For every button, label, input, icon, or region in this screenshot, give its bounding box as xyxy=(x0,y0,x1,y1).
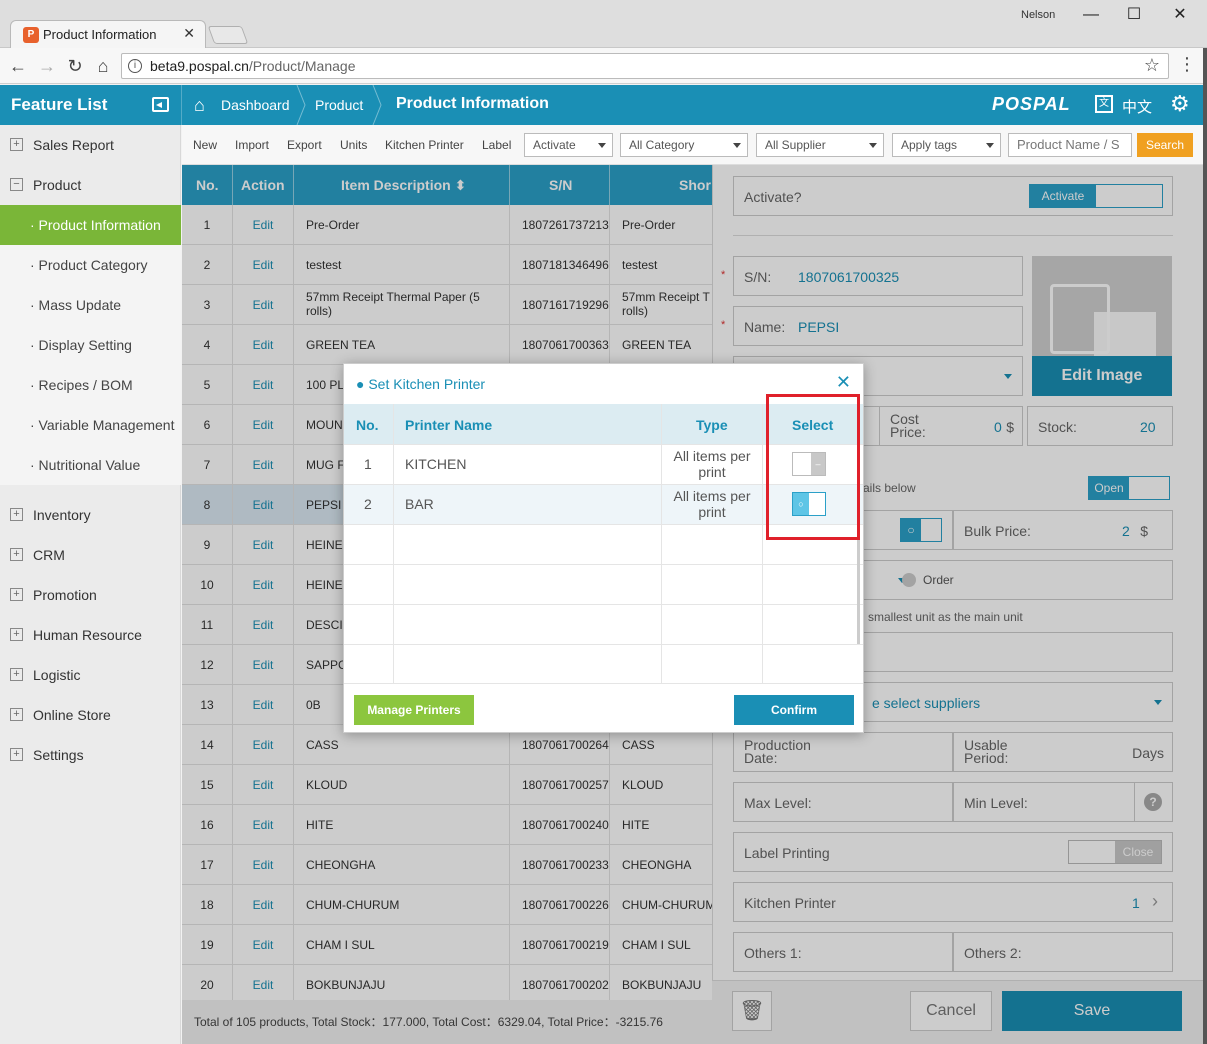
expand-icon: + xyxy=(10,628,23,641)
url-text: beta9.pospal.cn/Product/Manage xyxy=(150,58,356,74)
window-edge xyxy=(1203,48,1207,1044)
expand-icon: + xyxy=(10,548,23,561)
empty-row xyxy=(344,604,863,644)
minimize-icon[interactable]: — xyxy=(1076,4,1106,26)
breadcrumb-separator xyxy=(372,85,382,125)
collapse-sidebar-icon[interactable] xyxy=(152,97,169,112)
site-info-icon[interactable]: i xyxy=(128,59,142,73)
language-switch[interactable]: 中文 xyxy=(1122,96,1152,117)
category-filter-select[interactable]: All Category xyxy=(620,133,748,157)
empty-row xyxy=(344,564,863,604)
browser-titlebar: P Product Information ✕ Nelson — ☐ ✕ xyxy=(0,0,1207,48)
col-printer-name: Printer Name xyxy=(405,417,493,433)
sidebar-item-online-store[interactable]: + Online Store xyxy=(0,695,181,735)
home-icon[interactable]: ⌂ xyxy=(91,54,115,78)
sidebar-sub-recipes-bom[interactable]: · Recipes / BOM xyxy=(0,365,181,405)
maximize-icon[interactable]: ☐ xyxy=(1119,4,1149,26)
language-icon[interactable]: 文 xyxy=(1095,95,1113,113)
breadcrumb-current: Product Information xyxy=(396,95,549,112)
chevron-down-icon xyxy=(598,143,606,148)
tab-title: Product Information xyxy=(43,27,157,42)
reload-icon[interactable]: ↻ xyxy=(63,54,87,78)
search-button[interactable]: Search xyxy=(1137,133,1193,157)
breadcrumb-dashboard[interactable]: Dashboard xyxy=(221,97,290,113)
sidebar-item-product[interactable]: − Product xyxy=(0,165,181,205)
import-link[interactable]: Import xyxy=(235,138,269,152)
sidebar-sub-variable-management[interactable]: · Variable Management xyxy=(0,405,181,445)
activate-filter-select[interactable]: Activate xyxy=(524,133,613,157)
tags-filter-select[interactable]: Apply tags xyxy=(892,133,1001,157)
empty-row xyxy=(344,644,863,684)
confirm-button[interactable]: Confirm xyxy=(734,695,854,725)
expand-icon: + xyxy=(10,748,23,761)
sidebar-item-settings[interactable]: + Settings xyxy=(0,735,181,775)
sidebar-item-inventory[interactable]: + Inventory xyxy=(0,495,181,535)
collapse-icon: − xyxy=(10,178,23,191)
kitchen-printer-link[interactable]: Kitchen Printer xyxy=(385,138,464,152)
sidebar-item-sales-report[interactable]: + Sales Report xyxy=(0,125,181,165)
sidebar-sub-nutritional-value[interactable]: · Nutritional Value xyxy=(0,445,181,485)
bookmark-star-icon[interactable]: ☆ xyxy=(1144,55,1160,76)
search-input[interactable]: Product Name / S xyxy=(1008,133,1132,157)
label-link[interactable]: Label xyxy=(482,138,511,152)
expand-icon: + xyxy=(10,588,23,601)
sidebar-item-crm[interactable]: + CRM xyxy=(0,535,181,575)
sidebar-item-promotion[interactable]: + Promotion xyxy=(0,575,181,615)
sidebar: + Sales Report − Product · Product Informa… xyxy=(0,125,181,1044)
address-bar-row: ← → ↻ ⌂ i beta9.pospal.cn/Product/Manage… xyxy=(0,48,1207,84)
dashboard-home-icon[interactable]: ⌂ xyxy=(194,95,205,116)
dialog-title: ● Set Kitchen Printer xyxy=(356,376,486,392)
column-divider xyxy=(393,404,394,684)
sidebar-item-logistic[interactable]: + Logistic xyxy=(0,655,181,695)
manage-printers-button[interactable]: Manage Printers xyxy=(354,695,474,725)
forward-icon[interactable]: → xyxy=(35,54,59,78)
pospal-logo: POSPAL xyxy=(992,94,1071,114)
chevron-down-icon xyxy=(869,143,877,148)
column-divider xyxy=(661,404,662,684)
column-divider xyxy=(762,404,763,684)
browser-menu-icon[interactable]: ⋮ xyxy=(1178,54,1196,75)
expand-icon: + xyxy=(10,708,23,721)
units-link[interactable]: Units xyxy=(340,138,367,152)
chevron-down-icon xyxy=(733,143,741,148)
feature-list-title: Feature List xyxy=(11,95,108,114)
export-link[interactable]: Export xyxy=(287,138,322,152)
expand-icon: + xyxy=(10,138,23,151)
col-no: No. xyxy=(356,417,379,433)
sidebar-sub-display-setting[interactable]: · Display Setting xyxy=(0,325,181,365)
sidebar-sub-mass-update[interactable]: · Mass Update xyxy=(0,285,181,325)
window-close-icon[interactable]: ✕ xyxy=(1165,4,1195,26)
supplier-filter-select[interactable]: All Supplier xyxy=(756,133,884,157)
chevron-down-icon xyxy=(986,143,994,148)
url-input[interactable]: i beta9.pospal.cn/Product/Manage ☆ xyxy=(121,53,1169,79)
new-tab-button[interactable] xyxy=(207,26,249,44)
col-type: Type xyxy=(696,417,728,433)
gear-icon[interactable]: ⚙ xyxy=(1170,91,1190,117)
breadcrumb-separator xyxy=(296,85,306,125)
breadcrumb-product[interactable]: Product xyxy=(315,97,363,113)
new-product-link[interactable]: New xyxy=(193,138,217,152)
select-column-highlight xyxy=(766,394,860,540)
sidebar-item-human-resource[interactable]: + Human Resource xyxy=(0,615,181,655)
browser-tab[interactable]: P Product Information ✕ xyxy=(10,20,206,48)
tab-close-icon[interactable]: ✕ xyxy=(183,25,195,42)
back-icon[interactable]: ← xyxy=(6,54,30,78)
pospal-favicon-icon: P xyxy=(23,27,39,43)
expand-icon: + xyxy=(10,668,23,681)
sidebar-sub-product-information[interactable]: · Product Information xyxy=(0,205,181,245)
expand-icon: + xyxy=(10,508,23,521)
header-divider xyxy=(181,85,182,125)
browser-user-label: Nelson xyxy=(1021,9,1056,21)
app-header: Feature List ⌂ Dashboard Product Product… xyxy=(0,85,1203,125)
sidebar-sub-product-category[interactable]: · Product Category xyxy=(0,245,181,285)
close-icon[interactable]: ✕ xyxy=(836,372,851,393)
